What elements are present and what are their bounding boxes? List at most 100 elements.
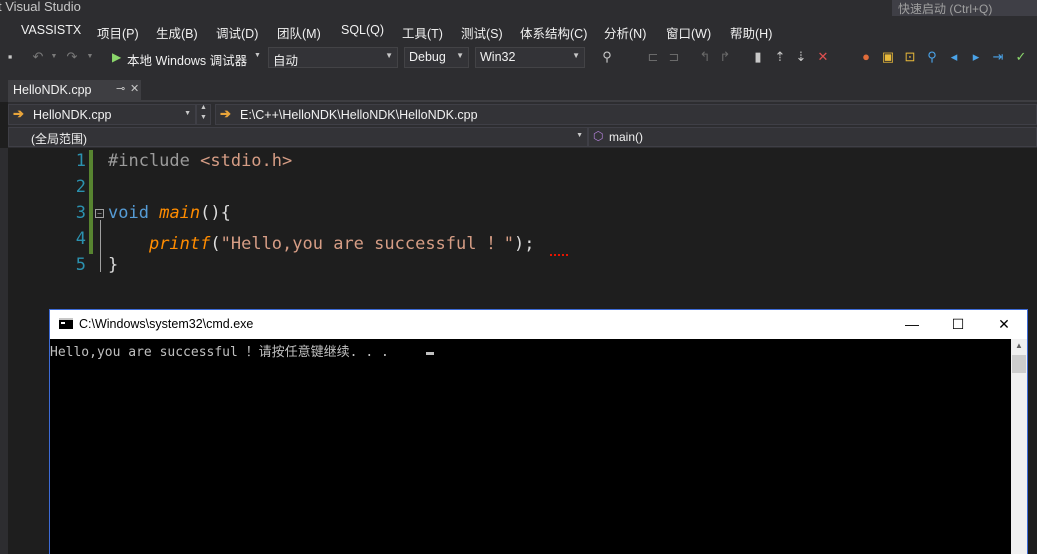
vassistx-icon[interactable]: ● — [858, 48, 874, 66]
file-path-box[interactable]: ➔ E:\C++\HelloNDK\HelloNDK\HelloNDK.cpp — [215, 104, 1037, 125]
chevron-down-icon: ▼ — [254, 52, 261, 59]
scope-dropdown[interactable]: (全局范围) ▼ — [8, 127, 588, 147]
bookmark-icon[interactable]: ▮ — [750, 48, 766, 66]
punctuation-token: ); — [513, 234, 535, 254]
menu-build[interactable]: 生成(B) — [156, 23, 198, 42]
code-line-4[interactable]: printf("Hello,you are successful ！"); — [108, 229, 535, 254]
menu-team[interactable]: 团队(M) — [277, 23, 321, 42]
menu-architecture[interactable]: 体系结构(C) — [520, 23, 587, 42]
file-selector-value: HelloNDK.cpp — [33, 108, 112, 122]
console-icon — [59, 318, 73, 329]
align-right-icon[interactable]: ⊐ — [666, 48, 682, 66]
chevron-down-icon: ▼ — [385, 51, 393, 60]
file-path: E:\C++\HelloNDK\HelloNDK\HelloNDK.cpp — [240, 108, 478, 122]
align-icon[interactable]: ⊏ — [645, 48, 661, 66]
error-string-token: ！ — [486, 234, 504, 254]
chevron-down-icon: ▼ — [200, 114, 207, 121]
find-symbol-icon[interactable]: ⊡ — [902, 48, 918, 66]
find-in-files-icon[interactable]: ⚲ — [599, 48, 615, 66]
line-number: 4 — [75, 229, 86, 249]
member-dropdown[interactable]: ⬡ main() — [588, 127, 1037, 147]
console-scrollbar[interactable]: ▲ — [1011, 339, 1027, 554]
punctuation-token: } — [108, 255, 119, 275]
play-icon: ▶ — [112, 50, 122, 64]
quick-launch-input[interactable]: 快速启动 (Ctrl+Q) — [892, 0, 1037, 16]
prev-bookmark-icon[interactable]: ⇡ — [772, 48, 788, 66]
back-icon[interactable]: ◂ — [946, 48, 962, 66]
menu-debug[interactable]: 调试(D) — [216, 23, 258, 42]
redo-icon[interactable]: ↷ — [64, 48, 80, 66]
arrow-right-icon: ➔ — [220, 106, 231, 121]
platform-value: Win32 — [480, 50, 516, 64]
menu-help[interactable]: 帮助(H) — [730, 23, 772, 42]
pin-icon[interactable]: ⊸ — [116, 82, 125, 95]
quick-launch-placeholder: 快速启动 (Ctrl+Q) — [898, 2, 993, 16]
maximize-button[interactable]: ☐ — [943, 314, 973, 334]
change-indicator-bar — [89, 150, 93, 254]
code-line-5[interactable]: } — [108, 255, 118, 275]
find-references-icon[interactable]: ⚲ — [924, 48, 940, 66]
outline-icon[interactable]: ⇥ — [990, 48, 1006, 66]
comment-icon[interactable]: ↰ — [697, 48, 713, 66]
clear-bookmarks-icon[interactable]: ✕ — [815, 48, 831, 66]
scrollbar-thumb[interactable] — [1012, 355, 1026, 373]
code-line-1[interactable]: #include <stdio.h> — [108, 151, 292, 171]
spell-check-icon[interactable]: ✓ — [1013, 48, 1029, 66]
file-selector-dropdown[interactable]: ➔ HelloNDK.cpp ▼ — [8, 104, 196, 125]
open-file-icon[interactable]: ▣ — [880, 48, 896, 66]
error-squiggle — [550, 252, 568, 256]
run-mode-dropdown[interactable]: 自动 ▼ — [268, 47, 398, 68]
menu-tools[interactable]: 工具(T) — [402, 23, 443, 42]
keyword-token: void — [108, 203, 149, 223]
document-tab-strip: HelloNDK.cpp ⊸ ✕ — [0, 72, 1037, 102]
start-debugging-button[interactable]: ▶ 本地 Windows 调试器 ▼ — [108, 47, 262, 68]
line-number: 2 — [75, 177, 86, 197]
collapse-icon[interactable]: − — [95, 209, 104, 218]
save-all-icon[interactable]: ▪ — [2, 48, 18, 66]
platform-dropdown[interactable]: Win32 ▼ — [475, 47, 585, 68]
menu-sql[interactable]: SQL(Q) — [341, 23, 384, 37]
line-number: 1 — [75, 151, 86, 171]
redo-dropdown-icon[interactable]: ▼ — [82, 48, 98, 66]
console-output-area[interactable]: Hello,you are successful ！请按任意键继续. . . — [50, 339, 1011, 554]
close-button[interactable]: ✕ — [989, 314, 1019, 334]
menu-test[interactable]: 测试(S) — [461, 23, 503, 42]
punctuation-token: (){ — [200, 203, 231, 223]
title-bar: t Visual Studio 快速启动 (Ctrl+Q) — [0, 0, 1037, 16]
member-value: main() — [609, 130, 644, 144]
arrow-right-icon: ➔ — [13, 106, 24, 121]
console-cursor — [426, 352, 434, 355]
line-number: 3 — [75, 203, 86, 223]
run-mode-value: 自动 — [273, 54, 299, 68]
function-name-token: main — [159, 203, 201, 223]
string-token: "Hello,you are successful — [220, 234, 487, 254]
undo-dropdown-icon[interactable]: ▼ — [46, 48, 62, 66]
menu-bar: VASSISTX 项目(P) 生成(B) 调试(D) 团队(M) SQL(Q) … — [0, 16, 1037, 44]
punctuation-token: ( — [210, 234, 221, 254]
next-bookmark-icon[interactable]: ⇣ — [793, 48, 809, 66]
scope-value: (全局范围) — [31, 132, 87, 146]
close-icon[interactable]: ✕ — [130, 82, 139, 95]
code-line-3[interactable]: void main(){ — [108, 203, 231, 223]
chevron-down-icon: ▼ — [576, 132, 583, 139]
left-tool-strip — [0, 148, 8, 554]
fold-guide-line — [100, 220, 101, 272]
undo-icon[interactable]: ↶ — [30, 48, 46, 66]
menu-window[interactable]: 窗口(W) — [666, 23, 711, 42]
tab-hellondk-cpp[interactable]: HelloNDK.cpp ⊸ ✕ — [8, 80, 141, 102]
menu-project[interactable]: 项目(P) — [97, 23, 139, 42]
console-output: Hello,you are successful ！请按任意键继续. . . — [50, 345, 389, 360]
indent-token — [108, 234, 149, 254]
menu-analyze[interactable]: 分析(N) — [604, 23, 646, 42]
forward-icon[interactable]: ▸ — [968, 48, 984, 66]
chevron-up-icon: ▲ — [200, 104, 207, 111]
file-spin-button[interactable]: ▲ ▼ — [196, 104, 211, 125]
uncomment-icon[interactable]: ↱ — [717, 48, 733, 66]
menu-vassistx[interactable]: VASSISTX — [21, 23, 81, 37]
scroll-up-icon[interactable]: ▲ — [1015, 341, 1023, 350]
line-number: 5 — [75, 255, 86, 275]
console-window[interactable]: C:\Windows\system32\cmd.exe — ☐ ✕ Hello,… — [49, 309, 1028, 554]
console-title: C:\Windows\system32\cmd.exe — [79, 317, 254, 331]
minimize-button[interactable]: — — [897, 314, 927, 334]
configuration-dropdown[interactable]: Debug ▼ — [404, 47, 469, 68]
